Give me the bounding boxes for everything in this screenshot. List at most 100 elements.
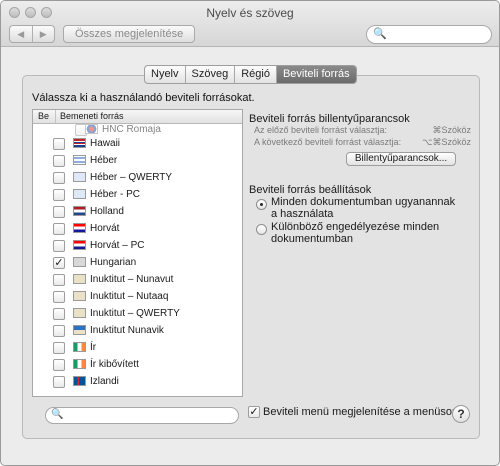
ireland-flag-icon	[73, 342, 86, 352]
enable-source-checkbox[interactable]: ✓	[53, 256, 65, 269]
title-bar: Nyelv és szöveg ◀ ▶ Összes megjelenítése…	[1, 1, 499, 47]
list-header: Be Bemeneti forrás	[33, 110, 242, 124]
enable-source-checkbox[interactable]	[53, 324, 65, 337]
inuktitut-flag-icon	[73, 291, 86, 301]
list-item[interactable]: Inuktitut – Nutaaq	[33, 288, 242, 305]
tab-regio[interactable]: Régió	[234, 66, 276, 83]
per-document-radio[interactable]	[256, 224, 267, 235]
enable-source-checkbox[interactable]	[53, 188, 65, 201]
list-item[interactable]: Hawaii	[33, 135, 242, 152]
list-item-label: HNC Romaja	[102, 124, 161, 135]
enable-source-checkbox[interactable]	[53, 273, 65, 286]
list-item-label: Inuktitut – QWERTY	[90, 308, 180, 319]
enable-source-checkbox[interactable]	[53, 307, 65, 320]
croatia-flag-icon	[73, 223, 86, 233]
list-item-label: Héber	[90, 155, 118, 166]
column-header-on[interactable]: Be	[38, 111, 49, 121]
enable-source-checkbox[interactable]	[53, 137, 65, 150]
enable-source-checkbox[interactable]	[53, 375, 65, 388]
search-icon: 🔍	[373, 28, 387, 40]
israel-flag-icon	[73, 155, 86, 165]
enable-source-checkbox[interactable]	[53, 290, 65, 303]
list-item[interactable]: Inuktitut Nunavik	[33, 322, 242, 339]
list-item[interactable]: Héber – QWERTY	[33, 169, 242, 186]
tab-bar: Nyelv Szöveg Régió Beviteli forrás	[144, 65, 357, 84]
preferences-window: Nyelv és szöveg ◀ ▶ Összes megjelenítése…	[0, 0, 500, 466]
input-source-list: Be Bemeneti forrás HNC Romaja Hawaii Héber…	[32, 109, 243, 397]
enable-source-checkbox[interactable]	[53, 205, 65, 218]
show-all-button[interactable]: Összes megjelenítése	[63, 25, 196, 43]
window-title: Nyelv és szöveg	[206, 6, 294, 20]
list-item[interactable]: HNC Romaja	[33, 124, 242, 136]
next-source-shortcut: ⌥⌘Szóköz	[422, 137, 471, 147]
tab-input-sources[interactable]: Beviteli forrás	[275, 66, 356, 83]
tab-szoveg[interactable]: Szöveg	[184, 66, 235, 83]
keyboard-flag-icon	[73, 257, 86, 267]
inuktitut-nunavik-flag-icon	[73, 325, 86, 335]
back-forward-control: ◀ ▶	[9, 25, 55, 43]
list-item[interactable]: Izlandi	[33, 373, 242, 390]
list-item[interactable]: Horvát – PC	[33, 237, 242, 254]
prev-source-shortcut: ⌘Szóköz	[432, 125, 471, 135]
list-item[interactable]: Héber	[33, 152, 242, 169]
list-item-label: Héber – QWERTY	[90, 172, 173, 183]
list-item-label: Héber - PC	[90, 189, 141, 200]
list-item[interactable]: Inuktitut – Nunavut	[33, 271, 242, 288]
enable-source-checkbox[interactable]	[53, 154, 65, 167]
list-item[interactable]: Horvát	[33, 220, 242, 237]
next-source-label: A következő beviteli forrást választja:	[254, 137, 402, 147]
enable-source-checkbox[interactable]	[53, 222, 65, 235]
column-separator	[55, 110, 56, 123]
list-item[interactable]: ✓ Hungarian	[33, 254, 242, 271]
tab-nyelv[interactable]: Nyelv	[145, 66, 185, 83]
list-item-label: Izlandi	[90, 376, 119, 387]
list-item-label: Ír	[90, 342, 97, 353]
instruction-text: Válassza ki a használandó beviteli forrá…	[32, 92, 255, 104]
hawaii-flag-icon	[73, 138, 86, 148]
list-item-label: Inuktitut – Nutaaq	[90, 291, 169, 302]
shortcuts-heading: Beviteli forrás billentyűparancsok	[249, 113, 410, 125]
israel-alt-flag-icon	[73, 189, 86, 199]
settings-heading: Beviteli forrás beállítások	[249, 184, 372, 196]
iceland-flag-icon	[73, 376, 86, 386]
list-item-label: Holland	[90, 206, 124, 217]
list-item-label: Horvát	[90, 223, 120, 234]
show-input-menu-label: Beviteli menü megjelenítése a menüsoron	[263, 406, 468, 418]
help-icon[interactable]: ?	[452, 405, 470, 423]
list-item[interactable]: Ír kibővített	[33, 356, 242, 373]
back-arrow-icon[interactable]: ◀	[10, 26, 32, 42]
list-item[interactable]: Héber - PC	[33, 186, 242, 203]
netherlands-flag-icon	[73, 206, 86, 216]
list-item-label: Horvát – PC	[90, 240, 145, 251]
enable-source-checkbox[interactable]	[53, 171, 65, 184]
per-document-label-line2: dokumentumban	[271, 233, 353, 245]
list-item[interactable]: Ír	[33, 339, 242, 356]
enable-source-checkbox[interactable]	[53, 239, 65, 252]
list-rows: HNC Romaja Hawaii Héber Héber – QWERTY Héber…	[33, 124, 242, 396]
list-item-label: Hawaii	[90, 138, 121, 149]
prev-source-label: Az előző beviteli forrást választja:	[254, 125, 388, 135]
israel-alt-flag-icon	[73, 172, 86, 182]
same-in-all-documents-label-line2: a használata	[271, 208, 334, 220]
preferences-search-field[interactable]: 🔍	[366, 25, 492, 44]
same-in-all-documents-radio[interactable]	[256, 199, 267, 210]
hnc-flag-icon	[85, 124, 98, 134]
ireland-flag-icon	[73, 359, 86, 369]
show-input-menu-checkbox[interactable]: ✓	[248, 406, 260, 418]
enable-source-checkbox[interactable]	[53, 358, 65, 371]
inuktitut-flag-icon	[73, 274, 86, 284]
enable-source-checkbox[interactable]	[53, 341, 65, 354]
keyboard-shortcuts-button[interactable]: Billentyűparancsok...	[346, 152, 456, 166]
forward-arrow-icon[interactable]: ▶	[31, 26, 55, 42]
inuktitut-flag-icon	[73, 308, 86, 318]
list-item-label: Inuktitut – Nunavut	[90, 274, 174, 285]
croatia-flag-icon	[73, 240, 86, 250]
search-icon: 🔍	[51, 409, 64, 420]
list-item-label: Ír kibővített	[90, 359, 139, 370]
column-header-source[interactable]: Bemeneti forrás	[60, 111, 124, 121]
list-item-label: Hungarian	[90, 257, 137, 268]
list-item-label: Inuktitut Nunavik	[90, 325, 164, 336]
input-source-search-field[interactable]: 🔍	[45, 407, 239, 424]
list-item[interactable]: Holland	[33, 203, 242, 220]
list-item[interactable]: Inuktitut – QWERTY	[33, 305, 242, 322]
